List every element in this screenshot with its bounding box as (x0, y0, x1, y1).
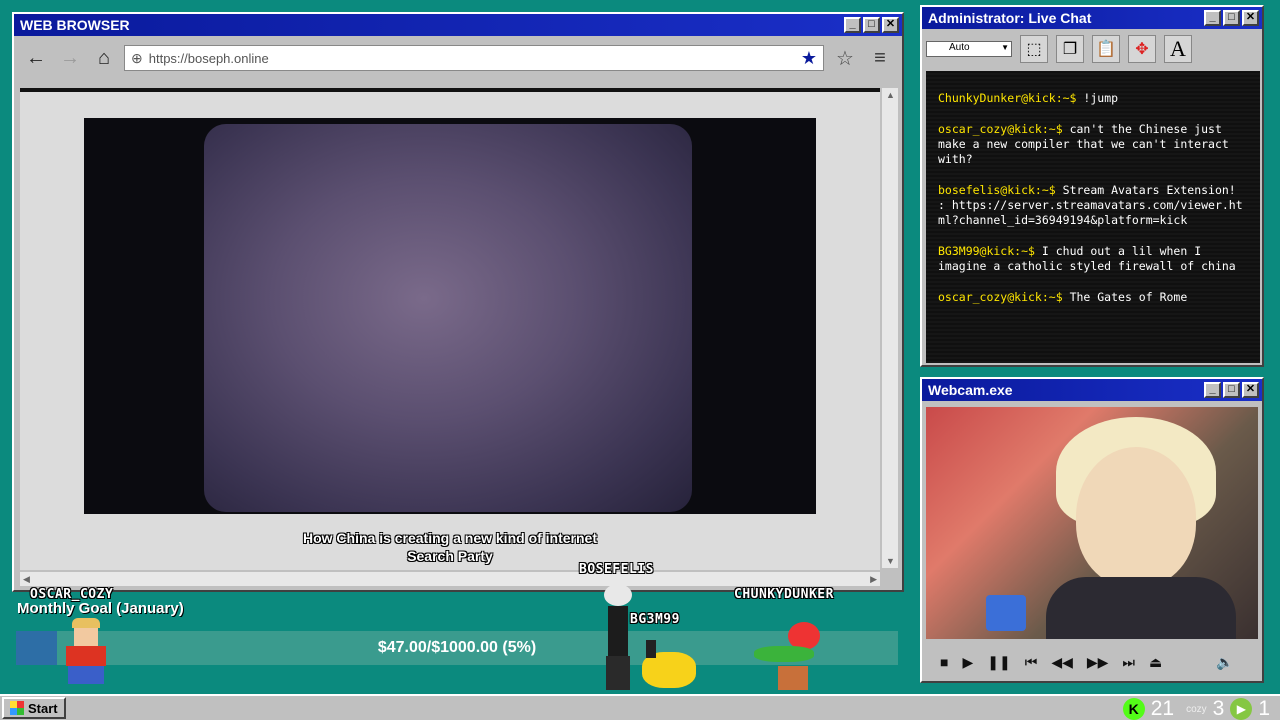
globe-icon: ⊕ (131, 49, 143, 66)
skip-back-icon[interactable]: ⏮ (1025, 654, 1038, 671)
webcam-feed (926, 407, 1258, 639)
select-marquee-icon[interactable]: ⬚ (1020, 35, 1048, 63)
video-caption-line1: How China is creating a new kind of inte… (302, 530, 598, 546)
chat-messages[interactable]: ChunkyDunker@kick:~$ !jump oscar_cozy@ki… (926, 71, 1260, 363)
chat-window: Administrator: Live Chat _ □ ✕ Auto ▼ ⬚ … (920, 5, 1264, 367)
close-button[interactable]: ✕ (882, 17, 899, 33)
close-button[interactable]: ✕ (1242, 382, 1259, 398)
volume-icon[interactable]: 🔈 (1216, 654, 1233, 671)
rewind-icon[interactable]: ◀◀ (1051, 654, 1073, 671)
menu-icon[interactable]: ≡ (866, 47, 894, 70)
stop-icon[interactable]: ■ (940, 654, 948, 670)
forward-arrow-icon[interactable]: → (56, 47, 84, 70)
webcam-title: Webcam.exe (928, 382, 1013, 398)
move-icon[interactable]: ✥ (1128, 35, 1156, 63)
chat-message: ChunkyDunker@kick:~$ !jump (938, 91, 1248, 106)
avatar-name-chunkydunker: CHUNKYDUNKER (734, 587, 834, 602)
browser-window: WEB BROWSER _ □ ✕ ← → ⌂ ⊕ ★ ☆ ≡ How Chin… (12, 12, 904, 592)
webcam-window: Webcam.exe _ □ ✕ ■ ▶ ❚❚ ⏮ ◀◀ ▶▶ ⏭ ⏏ 🔈 (920, 377, 1264, 683)
back-arrow-icon[interactable]: ← (22, 47, 50, 70)
chat-title: Administrator: Live Chat (928, 10, 1092, 26)
cozy-viewer-count: 3 (1212, 697, 1225, 720)
rumble-logo-icon: ▶ (1230, 698, 1253, 720)
windows-logo-icon (10, 701, 24, 715)
browser-titlebar[interactable]: WEB BROWSER _ □ ✕ (14, 14, 902, 36)
chat-text: The Gates of Rome (1069, 290, 1188, 304)
webcam-titlebar[interactable]: Webcam.exe _ □ ✕ (922, 379, 1262, 401)
pause-icon[interactable]: ❚❚ (987, 654, 1010, 671)
fast-forward-icon[interactable]: ▶▶ (1087, 654, 1109, 671)
play-icon[interactable]: ▶ (962, 654, 973, 671)
kick-logo-icon: K (1122, 698, 1145, 720)
bookmarked-star-icon[interactable]: ★ (801, 48, 817, 69)
chat-username: ChunkyDunker@kick:~$ (938, 91, 1077, 105)
chevron-down-icon: ▼ (1001, 43, 1009, 52)
chat-message: bosefelis@kick:~$ Stream Avatars Extensi… (938, 183, 1248, 228)
maximize-button[interactable]: □ (1223, 382, 1240, 398)
font-size-value: Auto (949, 42, 970, 53)
copy-icon[interactable]: ❐ (1056, 35, 1084, 63)
goal-label: Monthly Goal (January) (17, 600, 184, 617)
bookmark-star-icon[interactable]: ☆ (830, 46, 860, 71)
chat-text: !jump (1083, 91, 1119, 105)
chat-username: oscar_cozy@kick:~$ (938, 290, 1063, 304)
chat-message: oscar_cozy@kick:~$ can't the Chinese jus… (938, 122, 1248, 167)
scroll-down-icon[interactable]: ▼ (886, 556, 895, 566)
avatar-face (1076, 447, 1196, 587)
close-button[interactable]: ✕ (1242, 10, 1259, 26)
chat-message: oscar_cozy@kick:~$ The Gates of Rome (938, 290, 1248, 305)
start-label: Start (28, 700, 58, 716)
home-icon[interactable]: ⌂ (90, 47, 118, 70)
chat-message: BG3M99@kick:~$ I chud out a lil when I i… (938, 244, 1248, 274)
scroll-right-icon[interactable]: ▶ (870, 574, 877, 585)
maximize-button[interactable]: □ (1223, 10, 1240, 26)
font-icon[interactable]: A (1164, 35, 1192, 63)
horizontal-scrollbar[interactable]: ◀ ▶ (20, 572, 880, 586)
skip-forward-icon[interactable]: ⏭ (1122, 654, 1135, 671)
avatar-body (1046, 577, 1236, 639)
chat-username: BG3M99@kick:~$ (938, 244, 1035, 258)
minimize-button[interactable]: _ (1204, 10, 1221, 26)
video-player[interactable] (84, 118, 816, 514)
kick-viewer-count: 21 (1150, 697, 1175, 720)
luffy-sprite (58, 618, 114, 692)
eject-icon[interactable]: ⏏ (1149, 654, 1162, 671)
rumble-viewer-count: 1 (1258, 697, 1270, 720)
start-button[interactable]: Start (2, 697, 66, 719)
chat-username: bosefelis@kick:~$ (938, 183, 1056, 197)
chat-toolbar: Auto ▼ ⬚ ❐ 📋 ✥ A (922, 29, 1262, 69)
address-bar[interactable]: ⊕ ★ (124, 45, 824, 71)
video-caption-line2: Search Party (407, 548, 493, 564)
minimize-button[interactable]: _ (844, 17, 861, 33)
pikachu-sprite (636, 640, 702, 692)
minimize-button[interactable]: _ (1204, 382, 1221, 398)
chat-username: oscar_cozy@kick:~$ (938, 122, 1063, 136)
avatar-name-oscar: OSCAR_COZY (30, 587, 114, 602)
font-size-select[interactable]: Auto ▼ (926, 41, 1012, 57)
chat-titlebar[interactable]: Administrator: Live Chat _ □ ✕ (922, 7, 1262, 29)
scroll-left-icon[interactable]: ◀ (23, 574, 30, 585)
viewer-counts: K 21 cozy 3 ▶ 1 (1122, 696, 1270, 720)
maximize-button[interactable]: □ (863, 17, 880, 33)
paste-icon[interactable]: 📋 (1092, 35, 1120, 63)
url-input[interactable] (148, 50, 795, 66)
avatar-name-bosefelis: BOSEFELIS (579, 562, 654, 577)
media-controls: ■ ▶ ❚❚ ⏮ ◀◀ ▶▶ ⏭ ⏏ 🔈 (926, 645, 1258, 679)
scroll-up-icon[interactable]: ▲ (886, 90, 895, 100)
page-viewport: How China is creating a new kind of inte… (20, 88, 880, 570)
cozy-logo-icon: cozy (1186, 703, 1207, 715)
taskbar: Start K 21 cozy 3 ▶ 1 (0, 694, 1280, 720)
vertical-scrollbar[interactable]: ▲ ▼ (882, 88, 898, 568)
piranha-plant-sprite (752, 620, 834, 692)
video-frame (204, 124, 692, 512)
browser-title: WEB BROWSER (20, 17, 130, 33)
avatar-name-bg3m99: BG3M99 (630, 612, 680, 627)
bosefelis-sprite (598, 584, 638, 692)
browser-toolbar: ← → ⌂ ⊕ ★ ☆ ≡ (14, 36, 902, 80)
mug (986, 595, 1026, 631)
